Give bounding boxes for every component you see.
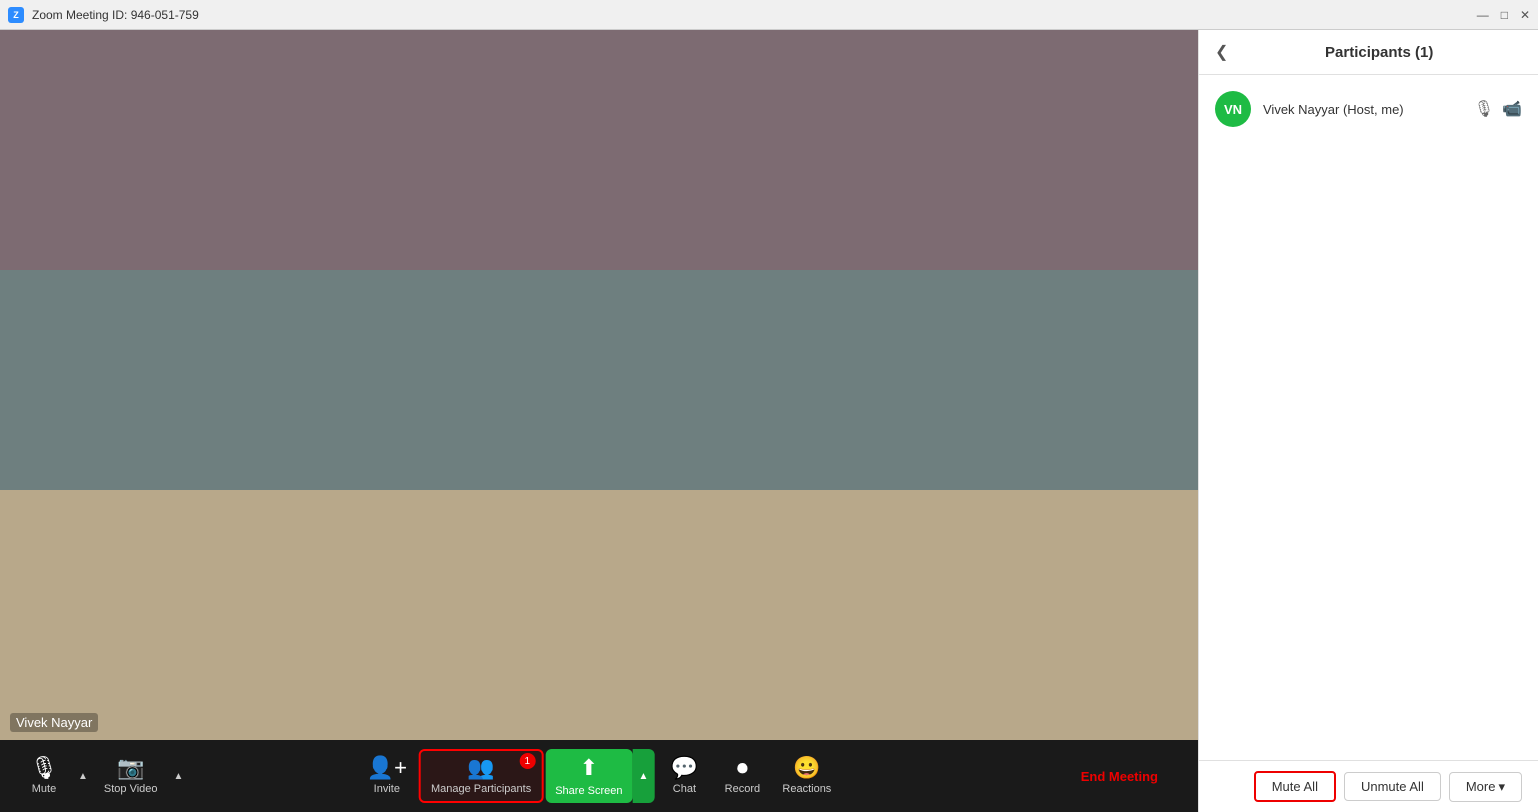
record-icon: ⏺ [737,757,748,779]
minimize-button[interactable]: — [1477,9,1489,21]
record-button[interactable]: ⏺ Record [714,751,770,801]
video-caret[interactable]: ▲ [172,767,186,786]
participant-name: Vivek Nayyar (Host, me) [1263,102,1462,117]
mute-button[interactable]: 🎙 Mute [16,751,72,801]
mic-icon: 🎙 [30,757,58,779]
share-screen-label: Share Screen [555,785,622,797]
video-section-mid [0,270,1198,490]
title-bar-left: Z Zoom Meeting ID: 946-051-759 [8,7,199,23]
video-section-top [0,30,1198,270]
toolbar-center: 👤+ Invite 👥 Manage Participants 1 ⬆ Shar… [357,749,842,803]
participants-badge: 1 [519,753,535,769]
more-button[interactable]: More ▾ [1449,772,1522,802]
participant-mic-icon: 🎙 [1474,99,1494,119]
share-icon: ⬆ [580,755,598,781]
chat-button[interactable]: 💬 Chat [656,751,712,801]
participants-title: Participants (1) [1236,44,1522,61]
reactions-button[interactable]: 😀 Reactions [772,751,841,801]
record-label: Record [725,783,760,795]
share-caret[interactable]: ▲ [632,749,654,803]
unmute-all-button[interactable]: Unmute All [1344,772,1441,801]
invite-label: Invite [374,783,400,795]
chat-icon: 💬 [671,757,698,779]
maximize-button[interactable]: □ [1501,9,1508,21]
share-screen-group: ⬆ Share Screen ▲ [545,749,654,803]
participants-icon: 👥 [467,757,494,779]
collapse-panel-button[interactable]: ❮ [1215,42,1228,62]
toolbar-right: End Meeting [1065,763,1182,790]
invite-button[interactable]: 👤+ Invite [357,751,417,801]
participants-footer: Mute All Unmute All More ▾ [1199,760,1538,812]
participants-list: VN Vivek Nayyar (Host, me) 🎙 📹 [1199,75,1538,760]
participants-panel: ❮ Participants (1) VN Vivek Nayyar (Host… [1198,30,1538,812]
toolbar: 🎙 Mute ▲ 📷 Stop Video ▲ 👤+ Invite [0,740,1198,812]
participant-video-icon: 📹 [1502,99,1522,119]
window-title: Zoom Meeting ID: 946-051-759 [32,8,199,22]
manage-participants-button[interactable]: 👥 Manage Participants 1 [419,749,543,803]
chat-label: Chat [673,783,696,795]
mute-all-button[interactable]: Mute All [1254,771,1336,802]
video-area: Vivek Nayyar 🎙 Mute ▲ 📷 Stop Video ▲ [0,30,1198,812]
toolbar-left: 🎙 Mute ▲ 📷 Stop Video ▲ [16,751,185,801]
main-content: Vivek Nayyar 🎙 Mute ▲ 📷 Stop Video ▲ [0,30,1538,812]
reactions-label: Reactions [782,783,831,795]
video-container: Vivek Nayyar [0,30,1198,740]
mute-caret[interactable]: ▲ [76,767,90,786]
camera-icon: 📷 [117,757,144,779]
participant-item: VN Vivek Nayyar (Host, me) 🎙 📹 [1199,83,1538,135]
avatar: VN [1215,91,1251,127]
invite-icon: 👤+ [367,757,407,779]
title-bar: Z Zoom Meeting ID: 946-051-759 — □ ✕ [0,0,1538,30]
more-label: More [1466,779,1496,794]
end-meeting-button[interactable]: End Meeting [1065,763,1174,790]
manage-participants-label: Manage Participants [431,783,531,795]
participant-name-label: Vivek Nayyar [10,713,98,732]
reactions-icon: 😀 [793,757,820,779]
participants-header: ❮ Participants (1) [1199,30,1538,75]
more-chevron-icon: ▾ [1498,779,1505,795]
share-screen-button[interactable]: ⬆ Share Screen [545,749,632,803]
window-controls: — □ ✕ [1477,9,1530,21]
stop-video-button[interactable]: 📷 Stop Video [94,751,168,801]
stop-video-label: Stop Video [104,783,158,795]
close-button[interactable]: ✕ [1520,9,1530,21]
app-icon: Z [8,7,24,23]
participant-icons: 🎙 📹 [1474,99,1522,119]
video-section-bot: Vivek Nayyar [0,490,1198,740]
mute-label: Mute [32,783,56,795]
